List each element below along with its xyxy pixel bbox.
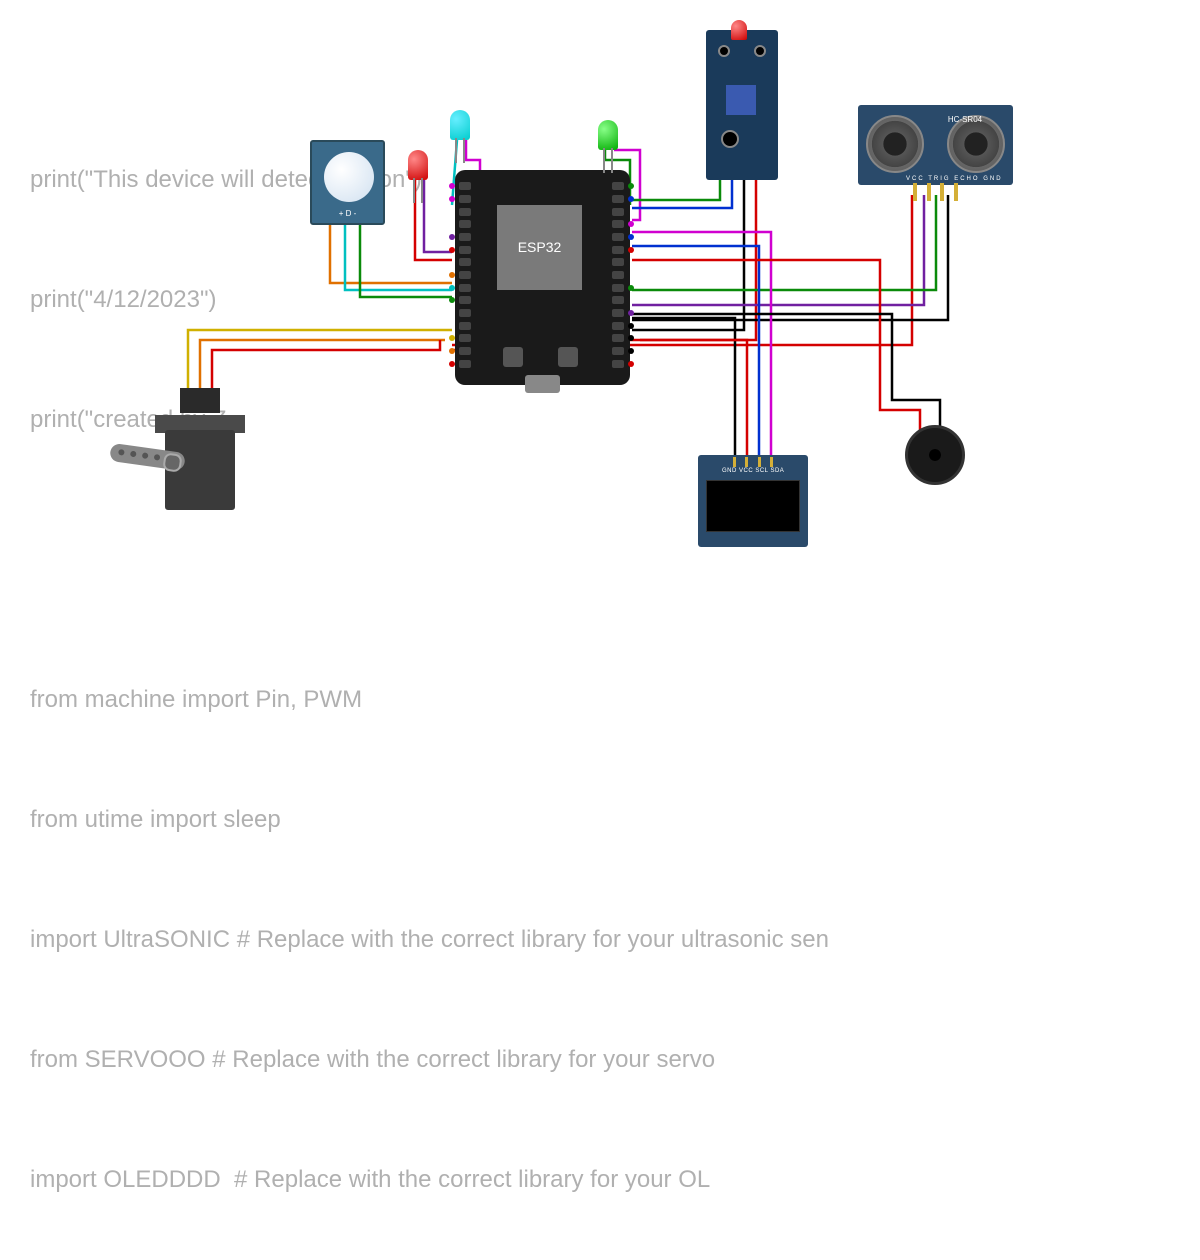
esp32-pins-right	[612, 180, 626, 370]
ir-emitter-icon	[718, 45, 730, 57]
esp32-board[interactable]: ESP32	[455, 170, 630, 385]
oled-pins	[728, 457, 778, 467]
esp32-chip-label: ESP32	[497, 205, 582, 290]
esp32-usb-port	[525, 375, 560, 393]
ultrasonic-pins	[908, 183, 963, 197]
pir-dome-icon	[324, 152, 374, 202]
pir-pin-labels: + D -	[312, 209, 383, 218]
esp32-button-left[interactable]	[503, 347, 523, 367]
pir-motion-sensor[interactable]: + D -	[310, 140, 385, 225]
oled-pin-labels: GND VCC SCL SDA	[722, 468, 784, 474]
servo-motor[interactable]	[155, 400, 245, 510]
ultrasonic-pin-labels: VCC TRIG ECHO GND	[906, 176, 1003, 182]
ultrasonic-sensor[interactable]: HC-SR04 VCC TRIG ECHO GND	[858, 105, 1013, 185]
ir-component-icon	[721, 130, 739, 148]
background-code: print("This device will detect motion") …	[30, 80, 829, 1260]
oled-screen	[706, 480, 800, 532]
led-green[interactable]	[598, 120, 618, 150]
esp32-button-right[interactable]	[558, 347, 578, 367]
servo-connector	[180, 388, 220, 413]
ultrasonic-transmitter-icon	[866, 115, 924, 173]
ir-obstacle-sensor[interactable]	[706, 30, 778, 180]
ir-potentiometer[interactable]	[726, 85, 756, 115]
led-red[interactable]	[408, 150, 428, 180]
ir-indicator-led-icon	[731, 20, 747, 40]
piezo-buzzer[interactable]	[905, 425, 965, 485]
led-cyan[interactable]	[450, 110, 470, 140]
ir-receiver-icon	[754, 45, 766, 57]
ultrasonic-label: HC-SR04	[930, 115, 1000, 124]
esp32-pins-left	[459, 180, 473, 370]
oled-display[interactable]: GND VCC SCL SDA	[698, 455, 808, 547]
